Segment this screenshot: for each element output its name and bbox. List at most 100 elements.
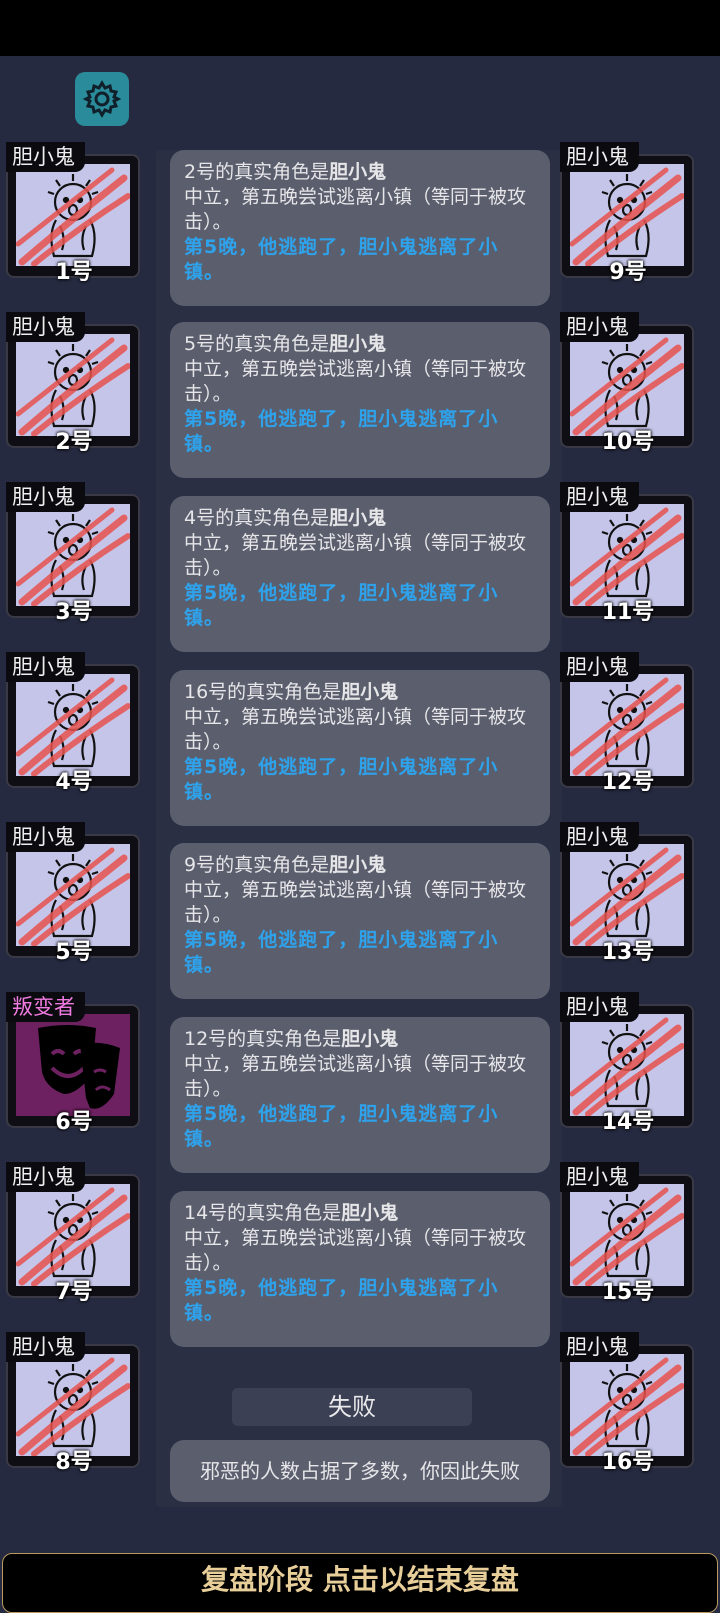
log-description: 中立，第五晚尝试逃离小镇（等同于被攻击）。 <box>184 358 527 405</box>
log-event: 第5晚，他逃跑了，胆小鬼逃离了小镇。 <box>184 408 499 455</box>
player-portrait <box>570 1354 684 1456</box>
log-description: 中立，第五晚尝试逃离小镇（等同于被攻击）。 <box>184 1227 527 1274</box>
player-tile[interactable]: 胆小鬼 10号 <box>560 312 696 455</box>
player-portrait <box>16 164 130 266</box>
player-portrait <box>570 1184 684 1286</box>
player-tile[interactable]: 胆小鬼 11号 <box>560 482 696 625</box>
end-review-button[interactable]: 复盘阶段 点击以结束复盘 <box>2 1553 718 1613</box>
status-bar <box>0 0 720 56</box>
player-role-tag: 胆小鬼 <box>6 1162 85 1192</box>
player-portrait <box>16 1184 130 1286</box>
player-number: 8号 <box>55 1450 93 1475</box>
player-tile[interactable]: 胆小鬼 12号 <box>560 652 696 795</box>
log-prefix: 5号的真实角色是 <box>184 333 330 355</box>
log-role: 胆小鬼 <box>329 161 387 183</box>
player-number: 5号 <box>55 940 93 965</box>
player-tile[interactable]: 胆小鬼 7号 <box>6 1162 142 1305</box>
player-number: 16号 <box>601 1450 655 1475</box>
player-role-tag: 胆小鬼 <box>560 992 639 1022</box>
player-role-tag: 胆小鬼 <box>560 822 639 852</box>
player-portrait <box>570 504 684 606</box>
log-event: 第5晚，他逃跑了，胆小鬼逃离了小镇。 <box>184 582 499 629</box>
log-card: 14号的真实角色是胆小鬼 中立，第五晚尝试逃离小镇（等同于被攻击）。 第5晚，他逃跑… <box>170 1191 550 1347</box>
log-description: 中立，第五晚尝试逃离小镇（等同于被攻击）。 <box>184 532 527 579</box>
coward-portrait-icon <box>570 1017 684 1116</box>
coward-portrait-icon <box>16 337 130 436</box>
player-role-tag: 胆小鬼 <box>560 652 639 682</box>
log-role: 胆小鬼 <box>341 1028 399 1050</box>
player-portrait <box>570 844 684 946</box>
log-event: 第5晚，他逃跑了，胆小鬼逃离了小镇。 <box>184 1277 499 1324</box>
coward-portrait-icon <box>16 1357 130 1456</box>
player-tile[interactable]: 胆小鬼 4号 <box>6 652 142 795</box>
theater-masks-icon <box>38 1025 120 1109</box>
log-card: 9号的真实角色是胆小鬼 中立，第五晚尝试逃离小镇（等同于被攻击）。 第5晚，他逃跑了… <box>170 843 550 999</box>
log-role: 胆小鬼 <box>329 507 387 529</box>
log-prefix: 4号的真实角色是 <box>184 507 330 529</box>
coward-portrait-icon <box>16 507 130 606</box>
player-portrait <box>16 844 130 946</box>
log-card: 5号的真实角色是胆小鬼 中立，第五晚尝试逃离小镇（等同于被攻击）。 第5晚，他逃跑了… <box>170 322 550 478</box>
log-event: 第5晚，他逃跑了，胆小鬼逃离了小镇。 <box>184 236 499 283</box>
player-number: 2号 <box>55 430 93 455</box>
player-tile[interactable]: 胆小鬼 5号 <box>6 822 142 965</box>
coward-portrait-icon <box>570 1357 684 1456</box>
player-tile[interactable]: 胆小鬼 9号 <box>560 142 696 285</box>
player-portrait <box>16 1354 130 1456</box>
player-number: 6号 <box>55 1110 93 1135</box>
log-card: 16号的真实角色是胆小鬼 中立，第五晚尝试逃离小镇（等同于被攻击）。 第5晚，他逃跑… <box>170 670 550 826</box>
log-description: 中立，第五晚尝试逃离小镇（等同于被攻击）。 <box>184 706 527 753</box>
player-tile[interactable]: 胆小鬼 1号 <box>6 142 142 285</box>
player-tile[interactable]: 胆小鬼 15号 <box>560 1162 696 1305</box>
log-title: 14号的真实角色是胆小鬼 <box>184 1201 536 1226</box>
coward-portrait-icon <box>16 167 130 266</box>
log-prefix: 16号的真实角色是 <box>184 681 342 703</box>
player-portrait <box>570 334 684 436</box>
log-card: 2号的真实角色是胆小鬼 中立，第五晚尝试逃离小镇（等同于被攻击）。 第5晚，他逃跑了… <box>170 150 550 306</box>
log-title: 9号的真实角色是胆小鬼 <box>184 853 536 878</box>
player-number: 14号 <box>601 1110 655 1135</box>
player-number: 9号 <box>609 260 647 285</box>
player-role-tag: 胆小鬼 <box>6 482 85 512</box>
log-title: 16号的真实角色是胆小鬼 <box>184 680 536 705</box>
player-tile[interactable]: 胆小鬼 2号 <box>6 312 142 455</box>
player-number: 1号 <box>55 260 93 285</box>
log-role: 胆小鬼 <box>329 333 387 355</box>
log-prefix: 2号的真实角色是 <box>184 161 330 183</box>
log-event: 第5晚，他逃跑了，胆小鬼逃离了小镇。 <box>184 756 499 803</box>
player-tile[interactable]: 胆小鬼 16号 <box>560 1332 696 1475</box>
log-role: 胆小鬼 <box>329 854 387 876</box>
player-tile[interactable]: 胆小鬼 3号 <box>6 482 142 625</box>
player-role-tag: 胆小鬼 <box>6 1332 85 1362</box>
player-tile[interactable]: 叛变者 6号 <box>6 992 142 1135</box>
result-message: 邪恶的人数占据了多数，你因此失败 <box>170 1440 550 1502</box>
log-card: 12号的真实角色是胆小鬼 中立，第五晚尝试逃离小镇（等同于被攻击）。 第5晚，他逃跑… <box>170 1017 550 1173</box>
log-title: 4号的真实角色是胆小鬼 <box>184 506 536 531</box>
gear-icon <box>82 80 122 118</box>
player-role-tag: 胆小鬼 <box>560 312 639 342</box>
player-role-tag: 叛变者 <box>6 992 85 1022</box>
player-portrait <box>16 674 130 776</box>
settings-button[interactable] <box>75 72 129 126</box>
log-title: 2号的真实角色是胆小鬼 <box>184 160 536 185</box>
player-portrait <box>16 1014 130 1116</box>
log-title: 12号的真实角色是胆小鬼 <box>184 1027 536 1052</box>
player-number: 7号 <box>55 1280 93 1305</box>
player-tile[interactable]: 胆小鬼 14号 <box>560 992 696 1135</box>
player-number: 15号 <box>601 1280 655 1305</box>
player-portrait <box>16 334 130 436</box>
log-role: 胆小鬼 <box>341 681 399 703</box>
player-portrait <box>570 164 684 266</box>
player-portrait <box>570 674 684 776</box>
player-number: 10号 <box>601 430 655 455</box>
player-role-tag: 胆小鬼 <box>6 652 85 682</box>
player-tile[interactable]: 胆小鬼 8号 <box>6 1332 142 1475</box>
log-event: 第5晚，他逃跑了，胆小鬼逃离了小镇。 <box>184 1103 499 1150</box>
player-tile[interactable]: 胆小鬼 13号 <box>560 822 696 965</box>
log-title: 5号的真实角色是胆小鬼 <box>184 332 536 357</box>
coward-portrait-icon <box>16 1187 130 1286</box>
player-portrait <box>16 504 130 606</box>
player-number: 12号 <box>601 770 655 795</box>
coward-portrait-icon <box>570 1187 684 1286</box>
player-role-tag: 胆小鬼 <box>6 312 85 342</box>
